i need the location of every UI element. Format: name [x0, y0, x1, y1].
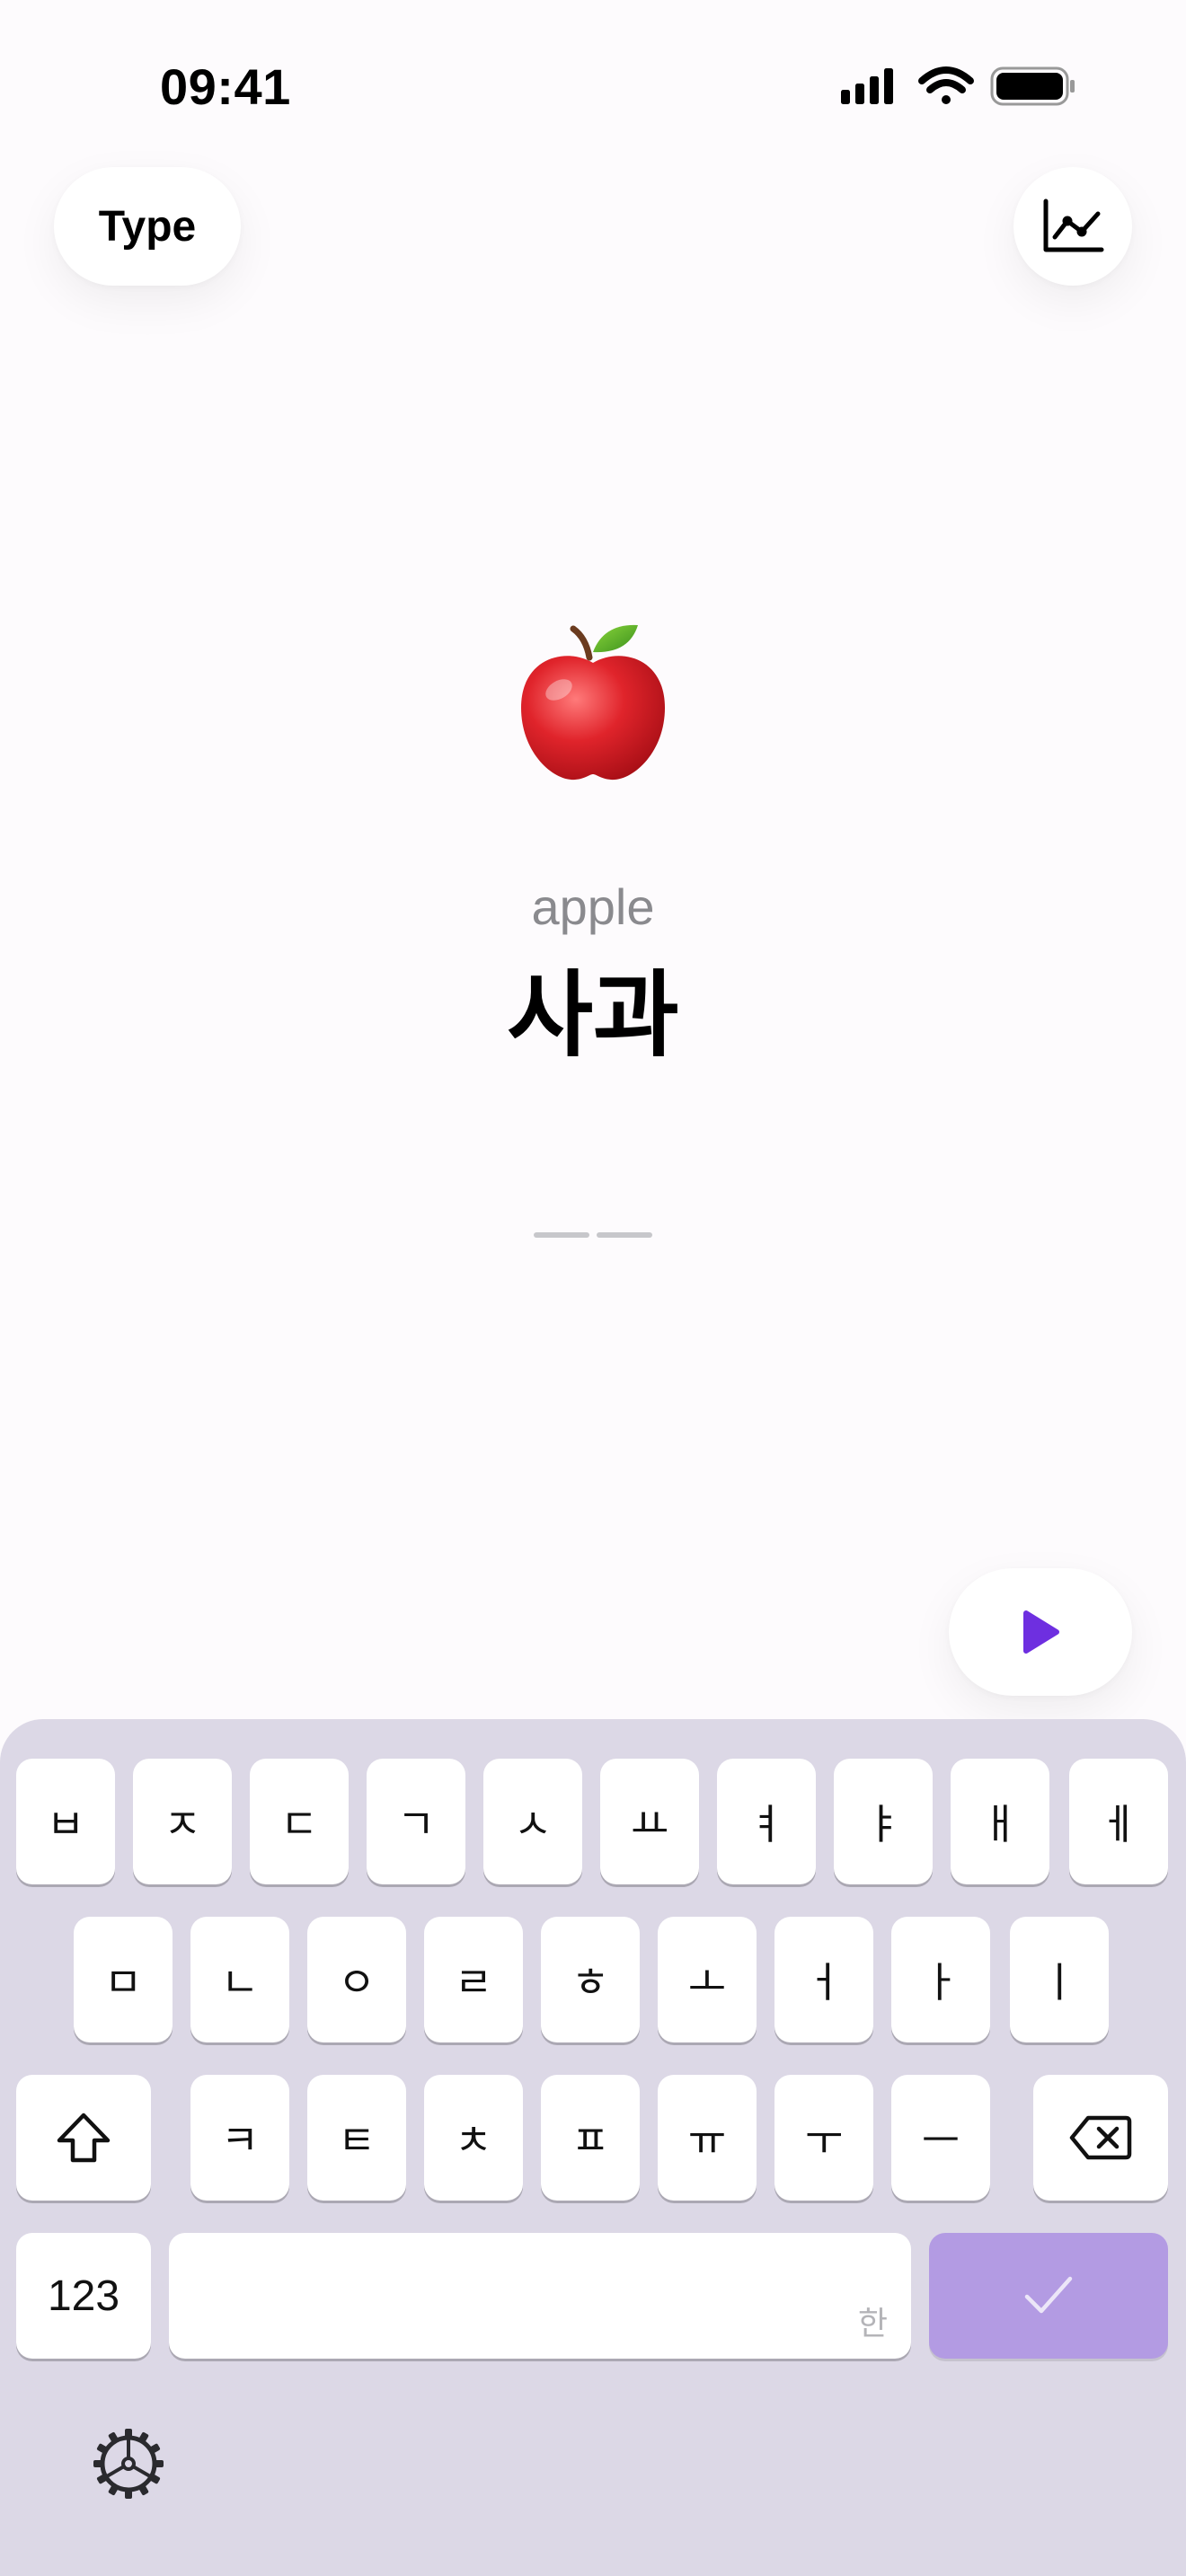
key[interactable]: ㅋ [190, 2075, 289, 2201]
delete-icon [1069, 2115, 1132, 2160]
key[interactable]: ㅠ [658, 2075, 757, 2201]
status-icons [837, 63, 1080, 113]
delete-key[interactable] [1033, 2075, 1168, 2201]
numbers-key[interactable]: 123 [16, 2233, 151, 2359]
gear-icon [93, 2429, 164, 2499]
korean-word: 사과 [507, 960, 679, 1070]
play-icon [1023, 1610, 1059, 1654]
key[interactable]: ㅡ [891, 2075, 990, 2201]
key[interactable]: ㄱ [367, 1759, 465, 1884]
apple-emoji-icon [503, 611, 683, 790]
checkmark-icon [1024, 2276, 1073, 2314]
space-bar[interactable]: 한 [169, 2233, 911, 2359]
korean-keyboard: ㅂ ㅈ ㄷ ㄱ ㅅ ㅛ ㅕ ㅑ ㅐ ㅔ ㅁ ㄴ ㅇ ㄹ ㅎ ㅗ ㅓ ㅏ ㅣ ㅋ … [0, 1719, 1186, 2576]
stats-button[interactable] [1013, 167, 1132, 286]
key[interactable]: ㅔ [1069, 1759, 1168, 1884]
status-time: 09:41 [160, 58, 291, 115]
key[interactable]: ㅍ [541, 2075, 640, 2201]
key[interactable]: ㅅ [483, 1759, 582, 1884]
key[interactable]: ㅈ [133, 1759, 232, 1884]
key[interactable]: ㅁ [74, 1917, 173, 2042]
cellular-signal-icon [841, 68, 893, 104]
input-language-label: 한 [857, 2306, 888, 2342]
key[interactable]: ㅑ [834, 1759, 933, 1884]
shift-key[interactable] [16, 2075, 151, 2201]
line-chart-icon [1043, 198, 1104, 252]
key[interactable]: ㅇ [307, 1917, 406, 2042]
shift-icon [57, 2113, 111, 2163]
key[interactable]: ㅕ [717, 1759, 816, 1884]
answer-slot [597, 1232, 652, 1238]
done-key[interactable] [929, 2233, 1168, 2359]
key[interactable]: ㅌ [307, 2075, 406, 2201]
english-word: apple [531, 878, 655, 935]
key[interactable]: ㅣ [1010, 1917, 1109, 2042]
key[interactable]: ㅐ [951, 1759, 1049, 1884]
key[interactable]: ㅎ [541, 1917, 640, 2042]
key[interactable]: ㅛ [600, 1759, 699, 1884]
play-audio-button[interactable] [949, 1568, 1132, 1696]
key[interactable]: ㄹ [424, 1917, 523, 2042]
battery-icon [990, 66, 1075, 106]
key[interactable]: ㅏ [891, 1917, 990, 2042]
key[interactable]: ㄴ [190, 1917, 289, 2042]
key[interactable]: ㅗ [658, 1917, 757, 2042]
key[interactable]: ㅂ [16, 1759, 115, 1884]
key[interactable]: ㅜ [774, 2075, 873, 2201]
key[interactable]: ㅊ [424, 2075, 523, 2201]
key[interactable]: ㅓ [774, 1917, 873, 2042]
keyboard-settings-button[interactable] [92, 2427, 165, 2501]
type-mode-button[interactable]: Type [54, 167, 241, 286]
wifi-icon [918, 66, 974, 104]
answer-slot [534, 1232, 589, 1238]
key[interactable]: ㄷ [250, 1759, 349, 1884]
